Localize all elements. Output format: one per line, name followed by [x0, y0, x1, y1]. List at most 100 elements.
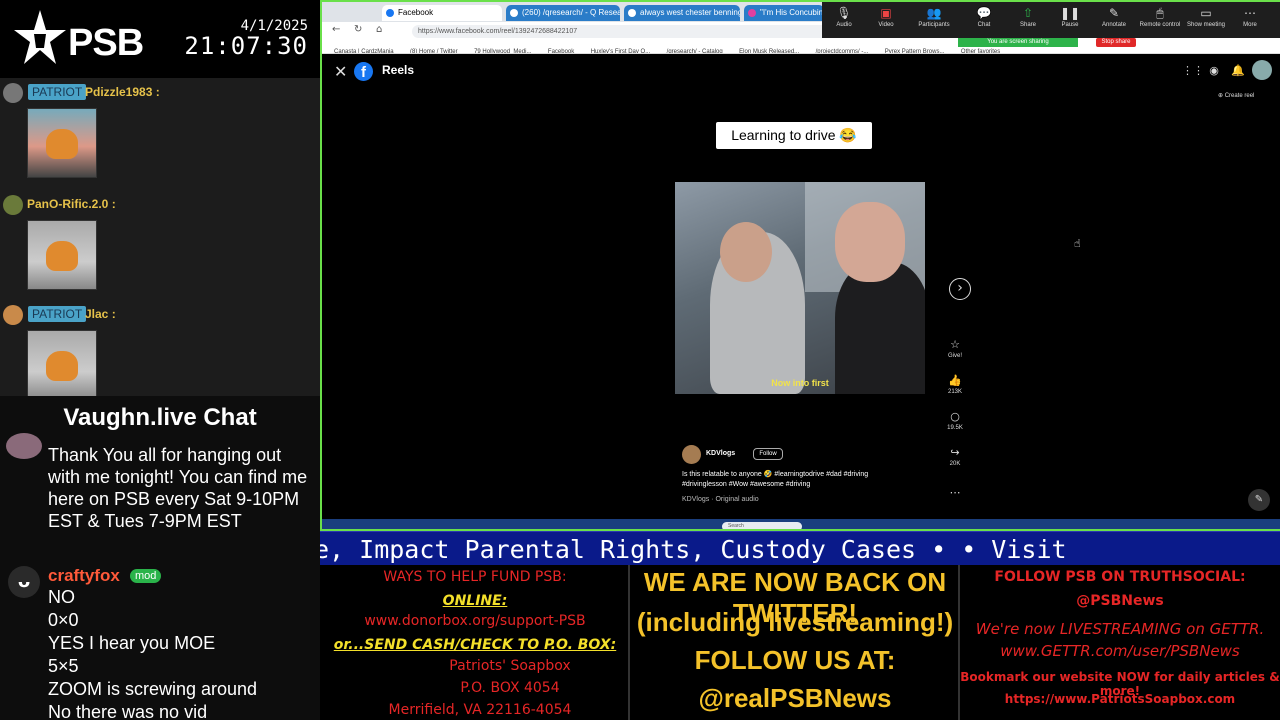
home-icon[interactable]: ⌂ — [376, 24, 382, 35]
comment-button[interactable]: ○ 19.5K — [944, 410, 966, 431]
chat-username: Pdizzle1983 : — [85, 85, 160, 99]
tab-qresearch[interactable]: (260) /qresearch/ - Q Research Ge... — [506, 5, 620, 21]
participants-button[interactable]: 👥 Participants — [912, 6, 956, 28]
give-button[interactable]: ☆ Give! — [944, 338, 966, 359]
share-screen-icon: ⇧ — [1022, 6, 1034, 20]
twitter-handle[interactable]: @realPSBNews — [630, 683, 960, 714]
video-subtitle: Now into first — [771, 378, 829, 388]
donorbox-link[interactable]: www.donorbox.org/support-PSB — [320, 613, 630, 629]
bookmark[interactable]: Huxley's First Day O... — [591, 45, 651, 53]
more-options-icon[interactable]: ⋯ — [944, 486, 966, 499]
video-button[interactable]: ▣ Video — [864, 6, 908, 28]
video-off-icon: ▣ — [880, 6, 892, 20]
ticker-text: e, Impact Parental Rights, Custody Cases… — [320, 535, 1067, 564]
chat-image[interactable] — [27, 330, 97, 396]
back-icon[interactable]: ← — [332, 24, 340, 35]
page-icon — [510, 9, 518, 17]
bookmark[interactable]: 79 Hollywood_Medi... — [474, 45, 531, 53]
bookmarks-bar: Canasta | CardzMania (8) Home / Twitter … — [322, 40, 1280, 54]
remote-control-button[interactable]: 🖱 Remote control — [1138, 6, 1182, 28]
messenger-icon[interactable]: ◉ — [1206, 63, 1222, 79]
chat-username[interactable]: craftyfox — [48, 566, 120, 586]
truthsocial-heading: FOLLOW PSB ON TRUTHSOCIAL: — [994, 569, 1246, 585]
bookmark[interactable]: Facebook — [548, 45, 574, 53]
person-left-head — [720, 222, 772, 282]
bookmark[interactable]: /projectdcomms/ -... — [816, 45, 869, 53]
avatar — [3, 195, 23, 215]
clock-display: 21:07:30 — [184, 32, 308, 60]
chat-button[interactable]: 💬 Chat — [962, 6, 1006, 28]
mouse-cursor-icon: ☝ — [1074, 237, 1081, 250]
pause-button[interactable]: ❚❚ Pause — [1048, 6, 1092, 28]
avatar — [3, 305, 23, 325]
mod-badge: mod — [130, 569, 162, 583]
address-bar[interactable]: https://www.facebook.com/reel/1392472688… — [412, 25, 872, 38]
bookmark[interactable]: Elon Musk Released... — [739, 45, 799, 53]
like-icon: 👍 — [948, 374, 962, 387]
chat-image[interactable] — [27, 220, 97, 290]
stop-share-button[interactable]: Stop share — [1096, 38, 1136, 47]
tab-label: Facebook — [398, 8, 434, 17]
star-icon — [14, 10, 66, 64]
chat-line: ZOOM is screwing around — [48, 679, 258, 699]
patriot-badge: PATRIOT — [28, 306, 87, 322]
address-line: Patriots' Soapbox — [449, 658, 571, 674]
give-icon: ☆ — [950, 338, 960, 351]
annotate-button[interactable]: ✎ Annotate — [1092, 6, 1136, 28]
chat-line: 5×5 — [48, 656, 79, 676]
follow-button[interactable]: Follow — [753, 448, 783, 460]
chat-image[interactable] — [27, 108, 97, 178]
create-reel-button[interactable]: ⊕ Create reel — [1218, 92, 1254, 99]
online-label: ONLINE: — [442, 593, 508, 609]
tab-chester[interactable]: always west chester bennington... — [624, 5, 740, 21]
edit-icon[interactable]: ✎ — [1248, 489, 1270, 511]
audio-button[interactable]: 🎙 Audio — [822, 6, 866, 28]
avatar — [3, 83, 23, 103]
facebook-logo-icon[interactable]: f — [354, 62, 373, 81]
chat-message: Thank You all for hanging out with me to… — [48, 445, 308, 531]
person-right-head — [835, 202, 905, 282]
bookmark[interactable]: Pyrex Pattern Brows... — [885, 45, 945, 53]
profile-avatar[interactable] — [1252, 60, 1272, 80]
more-button[interactable]: ⋯ More — [1228, 6, 1272, 28]
author-avatar[interactable] — [682, 445, 701, 464]
notifications-icon[interactable]: 🔔 — [1230, 63, 1246, 79]
gettr-link[interactable]: www.GETTR.com/user/PSBNews — [960, 642, 1280, 660]
reel-video[interactable]: Now into first — [675, 182, 925, 394]
windows-taskbar: Search — [322, 519, 1280, 529]
share-icon: ↪ — [950, 446, 960, 459]
chat-title: Vaughn.live Chat — [63, 404, 257, 431]
website-link[interactable]: https://www.PatriotsSoapbox.com — [960, 692, 1280, 706]
patriot-badge: PATRIOT — [28, 84, 87, 100]
page-icon — [628, 9, 636, 17]
gettr-note: We're now LIVESTREAMING on GETTR. — [975, 620, 1265, 638]
psb-logo: PSB — [12, 8, 144, 70]
taskbar-search[interactable]: Search — [722, 522, 802, 529]
close-icon[interactable]: ✕ — [334, 62, 347, 81]
reel-description: Is this relatable to anyone 🤣 #learningt… — [682, 471, 869, 488]
author-name[interactable]: KDVlogs — [706, 450, 735, 457]
reel-caption: Learning to drive 😂 — [716, 122, 872, 149]
share-button[interactable]: ↪ 20K — [944, 446, 966, 467]
tab-label: always west chester bennington... — [640, 8, 740, 17]
chat-line: YES I hear you MOE — [48, 633, 216, 653]
zoom-toolbar: 🎙 Audio ▣ Video 👥 Participants 💬 Chat ⇧ Share… — [822, 2, 1280, 38]
vaughn-chat: Vaughn.live Chat Thank You all for hangi… — [0, 396, 320, 720]
share-button[interactable]: ⇧ Share — [1006, 6, 1050, 28]
truthsocial-handle[interactable]: @PSBNews — [960, 593, 1280, 609]
show-meeting-button[interactable]: ▭ Show meeting — [1184, 6, 1228, 28]
reload-icon[interactable]: ↻ — [354, 24, 362, 35]
tab-facebook[interactable]: Facebook — [382, 5, 502, 21]
tab-concubine[interactable]: "I'm His Concubine" — [744, 5, 824, 21]
menu-grid-icon[interactable]: ⋮⋮ — [1182, 63, 1204, 79]
microphone-icon: 🎙 — [836, 6, 852, 20]
fund-heading: WAYS TO HELP FUND PSB: — [383, 569, 567, 585]
window-icon: ▭ — [1200, 6, 1212, 20]
chat-entry: PanO-Rific.2.0 : — [0, 192, 320, 216]
next-reel-button[interactable]: › — [949, 278, 971, 300]
bookmark[interactable]: (8) Home / Twitter — [410, 45, 458, 53]
bookmark[interactable]: /qresearch/ - Catalog — [667, 45, 723, 53]
bookmark[interactable]: Canasta | CardzMania — [334, 45, 394, 53]
like-button[interactable]: 👍 213K — [944, 374, 966, 395]
audio-label[interactable]: KDVlogs · Original audio — [682, 496, 759, 503]
